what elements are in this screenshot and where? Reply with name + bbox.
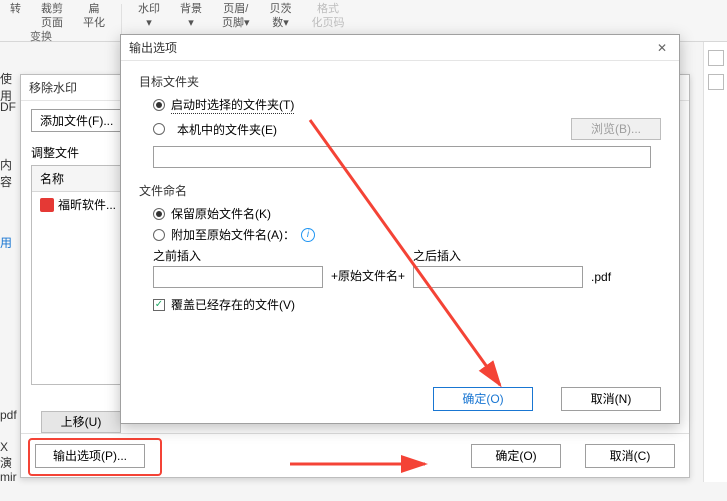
output-options-dialog: 输出选项 ✕ 目标文件夹 启动时选择的文件夹(T) 本机中的文件夹(E) 浏览(…	[120, 34, 680, 424]
right-panel	[703, 42, 727, 482]
before-insert-input[interactable]	[153, 266, 323, 288]
radio-startup-folder-label: 启动时选择的文件夹(T)	[171, 96, 294, 114]
left-text-6: X 演	[0, 440, 22, 471]
move-up-button[interactable]: 上移(U)	[41, 411, 121, 433]
radio-append-name[interactable]	[153, 229, 165, 241]
left-text-2: DF	[0, 100, 22, 114]
dialog-title-text: 输出选项	[129, 35, 177, 61]
after-insert-label: 之后插入	[413, 247, 583, 264]
extension-label: .pdf	[591, 270, 611, 288]
info-icon[interactable]: i	[301, 228, 315, 242]
radio-startup-folder[interactable]	[153, 99, 165, 111]
pdf-icon	[40, 198, 54, 212]
radio-append-name-label: 附加至原始文件名(A)：	[171, 226, 295, 243]
browse-button: 浏览(B)...	[571, 118, 661, 140]
right-panel-item[interactable]	[708, 74, 724, 90]
overwrite-checkbox[interactable]: ✓	[153, 299, 165, 311]
radio-keep-name[interactable]	[153, 208, 165, 220]
after-insert-input[interactable]	[413, 266, 583, 288]
before-insert-label: 之前插入	[153, 247, 323, 264]
ok-button[interactable]: 确定(O)	[433, 387, 533, 411]
left-text-7: mir	[0, 470, 22, 484]
ribbon-flatten[interactable]: 扁平化	[77, 0, 111, 41]
output-options-button[interactable]: 输出选项(P)...	[35, 444, 145, 468]
dialog-title-text: 移除水印	[29, 75, 77, 101]
original-name-label: +原始文件名+	[331, 267, 405, 288]
dialog-titlebar: 输出选项 ✕	[121, 35, 679, 61]
left-text-4: 用	[0, 234, 22, 251]
ribbon-group-label: 变换	[30, 28, 52, 44]
file-naming-group: 文件命名	[139, 182, 661, 199]
overwrite-label: 覆盖已经存在的文件(V)	[171, 296, 295, 313]
right-panel-item[interactable]	[708, 50, 724, 66]
left-text-3: 内容	[0, 156, 22, 190]
folder-path-input[interactable]	[153, 146, 651, 168]
target-folder-group: 目标文件夹	[139, 73, 661, 90]
left-text-1: 使用	[0, 70, 22, 104]
left-text-5: pdf	[0, 408, 22, 422]
add-file-button[interactable]: 添加文件(F)...	[31, 109, 122, 132]
cancel-button[interactable]: 取消(N)	[561, 387, 661, 411]
cancel-button[interactable]: 取消(C)	[585, 444, 675, 468]
radio-local-folder[interactable]	[153, 123, 165, 135]
ok-button[interactable]: 确定(O)	[471, 444, 561, 468]
radio-keep-name-label: 保留原始文件名(K)	[171, 205, 271, 222]
close-icon[interactable]: ✕	[653, 35, 671, 61]
ribbon-rotate[interactable]: 转	[4, 0, 27, 41]
list-item-label: 福昕软件...	[58, 196, 116, 213]
radio-local-folder-label: 本机中的文件夹(E)	[177, 121, 277, 138]
